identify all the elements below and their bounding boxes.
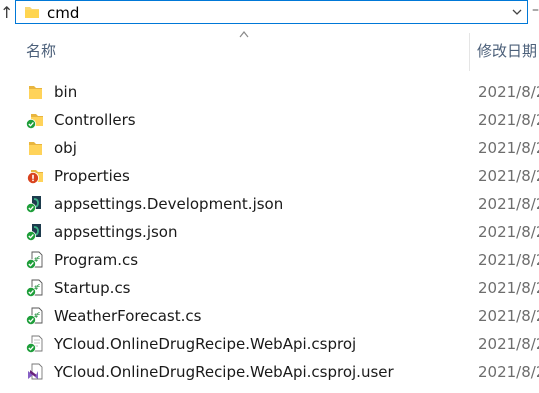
file-modified-date: 2021/8/2 — [478, 195, 539, 213]
file-row[interactable]: # c Startup.cs 2021/8/2 — [0, 274, 539, 302]
cs-file-synced-icon: # c — [26, 251, 43, 269]
file-name: Properties — [54, 167, 130, 185]
file-modified-date: 2021/8/2 — [478, 251, 539, 269]
separator: – — [532, 2, 539, 18]
file-row[interactable]: YCloud.OnlineDrugRecipe.WebApi.csproj 202… — [0, 330, 539, 358]
file-modified-date: 2021/8/2 — [478, 223, 539, 241]
file-name: Program.cs — [54, 251, 139, 269]
file-modified-date: 2021/8/2 — [478, 167, 539, 185]
file-modified-date: 2021/8/2 — [478, 335, 539, 353]
sort-ascending-icon — [239, 31, 249, 38]
file-row[interactable]: Controllers 2021/8/2 — [0, 106, 539, 134]
file-row[interactable]: obj 2021/8/2 — [0, 134, 539, 162]
folder-icon — [25, 7, 39, 18]
up-arrow-icon[interactable]: ↑ — [0, 2, 14, 24]
file-modified-date: 2021/8/2 — [478, 279, 539, 297]
folder-conflict-icon — [27, 170, 43, 184]
svg-text:c: c — [38, 311, 41, 317]
file-row[interactable]: appsettings.json 2021/8/2 — [0, 218, 539, 246]
file-name: YCloud.OnlineDrugRecipe.WebApi.csproj — [54, 335, 357, 353]
file-modified-date: 2021/8/2 — [478, 83, 539, 101]
file-name: appsettings.Development.json — [54, 195, 284, 213]
json-file-synced-icon — [26, 224, 41, 241]
svg-text:c: c — [38, 283, 41, 289]
folder-icon — [29, 86, 42, 99]
file-row[interactable]: bin 2021/8/2 — [0, 78, 539, 106]
address-bar[interactable]: cmd — [15, 0, 528, 24]
csproj-file-synced-icon — [26, 335, 43, 353]
chevron-down-icon[interactable] — [511, 6, 523, 18]
folder-icon — [29, 142, 42, 155]
file-modified-date: 2021/8/2 — [478, 363, 539, 381]
file-row[interactable]: YCloud.OnlineDrugRecipe.WebApi.csproj.us… — [0, 358, 539, 386]
file-modified-date: 2021/8/2 — [478, 111, 539, 129]
file-list: bin 2021/8/2 Controllers 2021/8/2 obj 2021/8/… — [0, 78, 539, 386]
file-row[interactable]: Properties 2021/8/2 — [0, 162, 539, 190]
file-name: appsettings.json — [54, 223, 178, 241]
folder-synced-icon — [26, 114, 43, 129]
file-name: obj — [54, 139, 77, 157]
file-row[interactable]: # c WeatherForecast.cs 2021/8/2 — [0, 302, 539, 330]
file-name: Controllers — [54, 111, 136, 129]
file-row[interactable]: appsettings.Development.json 2021/8/2 — [0, 190, 539, 218]
json-file-synced-icon — [26, 196, 41, 213]
file-name: bin — [54, 83, 78, 101]
svg-text:c: c — [38, 255, 41, 261]
file-name: Startup.cs — [54, 279, 131, 297]
column-header-date[interactable]: 修改日期 — [477, 40, 537, 62]
file-modified-date: 2021/8/2 — [478, 307, 539, 325]
column-divider[interactable] — [469, 33, 470, 71]
file-row[interactable]: # c Program.cs 2021/8/2 — [0, 246, 539, 274]
address-path: cmd — [47, 4, 80, 22]
column-header-name[interactable]: 名称 — [26, 40, 56, 62]
file-name: WeatherForecast.cs — [54, 307, 202, 325]
cs-file-synced-icon: # c — [26, 307, 43, 325]
file-name: YCloud.OnlineDrugRecipe.WebApi.csproj.us… — [54, 363, 394, 381]
cs-file-synced-icon: # c — [26, 279, 43, 297]
visual-studio-file-icon — [28, 363, 43, 380]
file-modified-date: 2021/8/2 — [478, 139, 539, 157]
